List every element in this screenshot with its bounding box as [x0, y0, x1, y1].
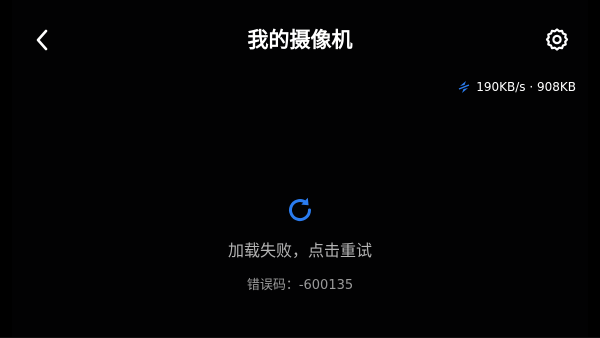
- network-speed-indicator: 190KB/s · 908KB: [457, 78, 576, 96]
- refresh-icon: [289, 197, 312, 222]
- gear-icon: [545, 28, 569, 51]
- transfer-speed-icon: [457, 80, 471, 94]
- camera-screen: 我的摄像机 190KB/s · 908KB 加载失败，点击重试 错误码：-600…: [0, 0, 600, 338]
- speed-text: 190KB/s · 908KB: [476, 80, 576, 94]
- settings-button[interactable]: [542, 25, 572, 55]
- back-button[interactable]: [30, 26, 54, 54]
- retry-button[interactable]: [284, 194, 316, 226]
- chevron-left-icon: [36, 29, 48, 51]
- load-failed-message[interactable]: 加载失败，点击重试: [0, 240, 600, 262]
- error-code: 错误码：-600135: [246, 278, 354, 293]
